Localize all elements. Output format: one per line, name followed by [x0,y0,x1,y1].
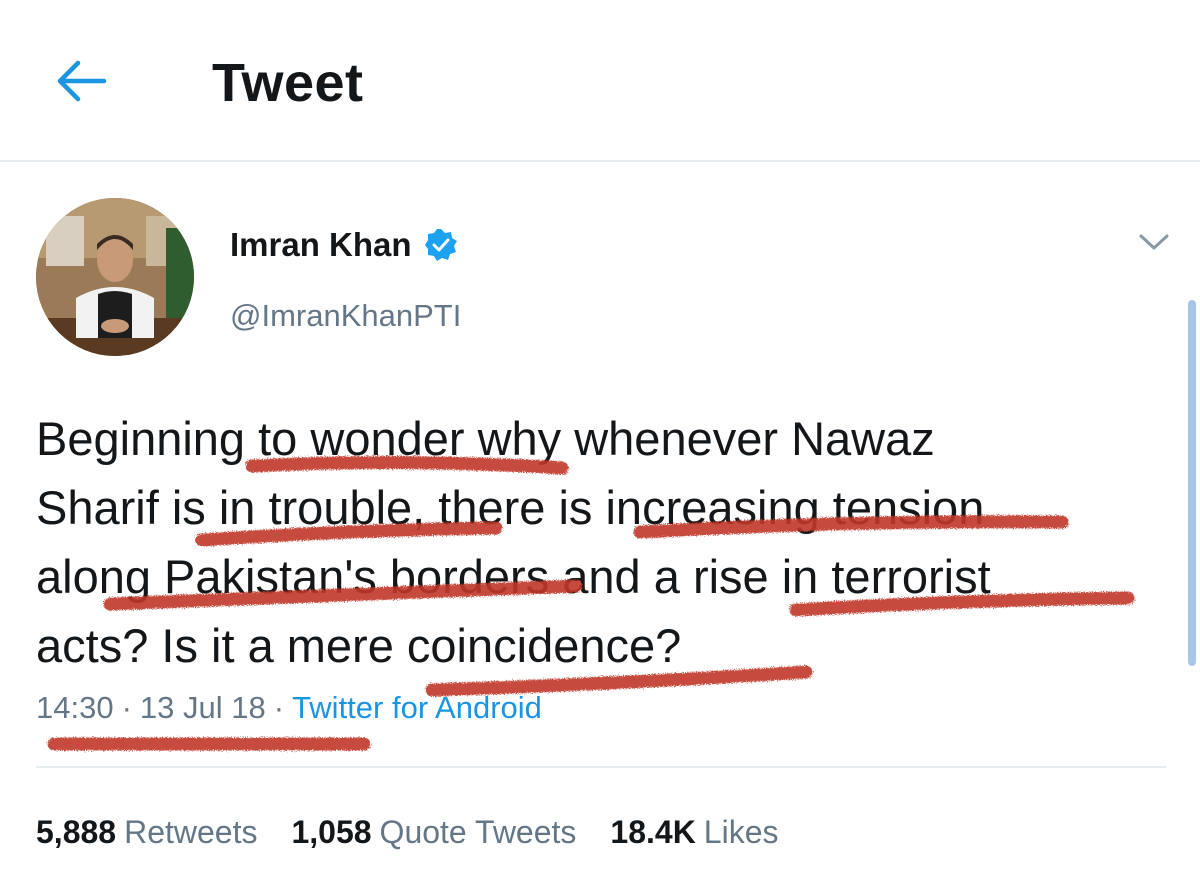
quote-tweets-count: 1,058 [291,814,372,850]
tweet-stats: 5,888 Retweets 1,058 Quote Tweets 18.4K Lik… [36,814,813,851]
tweet-date: 13 Jul 18 [139,690,266,725]
quote-tweets-label: Quote Tweets [379,814,577,850]
retweets-count: 5,888 [36,814,117,850]
header-bar: Tweet [0,0,1200,162]
tweet-line: Sharif is in trouble, there is increasin… [36,481,985,534]
meta-separator: · [273,690,285,725]
tweet-source-link[interactable]: Twitter for Android [292,690,542,726]
chevron-down-icon [1139,234,1169,250]
scrollbar[interactable] [1188,300,1196,666]
tweet-time: 14:30 [36,690,114,725]
tweet-line: along Pakistan's borders and a rise in t… [36,550,991,603]
author-name[interactable]: Imran Khan [230,226,412,264]
back-button[interactable] [52,56,112,106]
retweets-stat[interactable]: 5,888 Retweets [36,814,257,851]
likes-label: Likes [703,814,779,850]
tweet-text: Beginning to wonder why whenever Nawaz S… [36,404,1156,680]
retweets-label: Retweets [124,814,258,850]
quote-tweets-stat[interactable]: 1,058 Quote Tweets [291,814,576,851]
page-title: Tweet [212,53,364,113]
author-name-row[interactable]: Imran Khan [230,226,458,264]
verified-badge-icon [424,229,457,261]
avatar[interactable] [36,198,194,356]
likes-count: 18.4K [610,814,696,850]
likes-stat[interactable]: 18.4K Likes [610,814,778,851]
tweet-meta: 14:30 · 13 Jul 18 · Twitter for Android [36,690,542,726]
divider [36,766,1166,768]
arrow-left-icon [57,60,107,102]
tweet-line: acts? Is it a mere coincidence? [36,619,682,672]
meta-separator: · [121,690,132,725]
tweet-line: Beginning to wonder why whenever Nawaz [36,412,935,465]
more-options-button[interactable] [1136,228,1172,256]
author-handle[interactable]: @ImranKhanPTI [230,298,461,334]
